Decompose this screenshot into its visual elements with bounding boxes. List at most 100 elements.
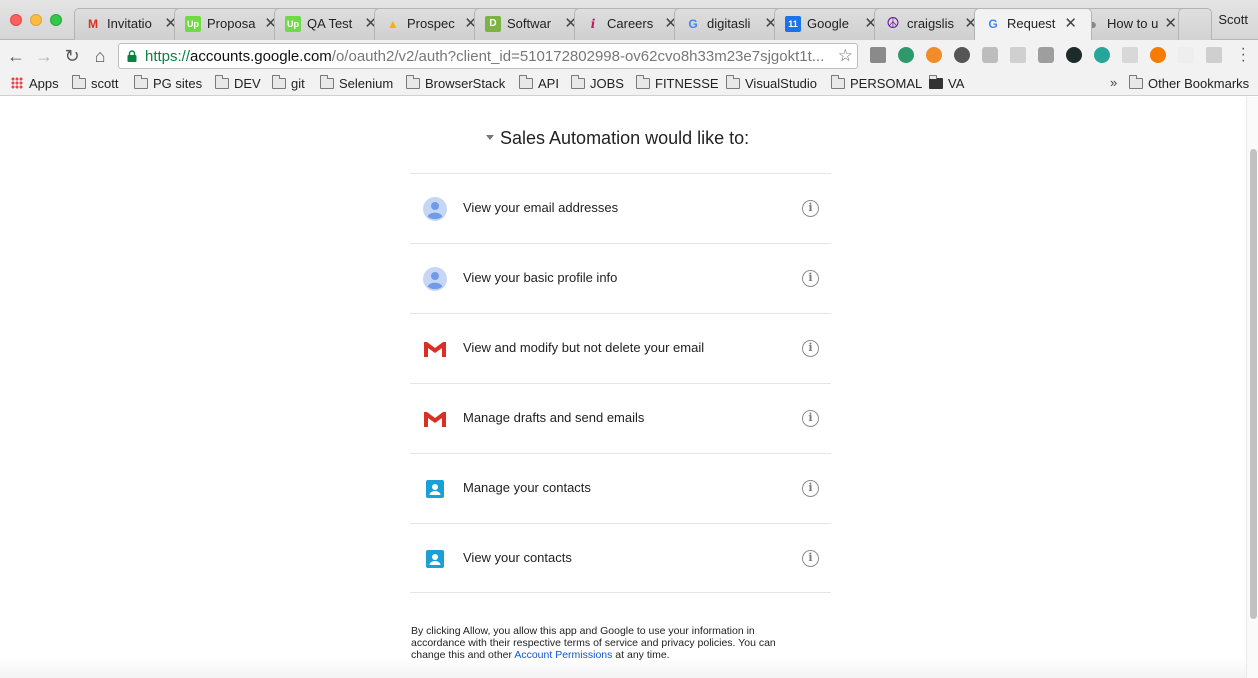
- google-icon: G: [988, 17, 998, 31]
- bookmark-label: Selenium: [339, 76, 394, 91]
- gmail-icon: [424, 342, 446, 357]
- info-icon: i: [590, 17, 596, 31]
- bookmark-folder[interactable]: PG sites: [134, 75, 202, 91]
- folder-icon: [320, 75, 334, 89]
- extension-orange-icon[interactable]: [926, 47, 942, 63]
- va-logo-icon: [929, 75, 943, 89]
- bookmark-label: BrowserStack: [425, 76, 506, 91]
- bookmark-folder[interactable]: git: [272, 75, 305, 91]
- scrollbar[interactable]: [1246, 97, 1258, 678]
- forward-arrow-icon[interactable]: →: [33, 45, 55, 67]
- folder-icon: [571, 75, 585, 89]
- reload-icon[interactable]: ↻: [61, 45, 83, 67]
- bookmark-label: git: [291, 76, 305, 91]
- bookmark-folder[interactable]: FITNESSE: [636, 75, 719, 91]
- back-arrow-icon[interactable]: ←: [5, 45, 27, 67]
- tab-title: Careers: [607, 16, 654, 31]
- person-icon: [423, 197, 447, 221]
- permission-item: View and modify but not delete your emai…: [410, 313, 831, 383]
- extension-p-icon[interactable]: [1206, 47, 1222, 63]
- bookmark-folder[interactable]: BrowserStack: [406, 75, 506, 91]
- close-tab-icon[interactable]: ✕: [1164, 14, 1177, 32]
- extension-globe-icon[interactable]: [898, 47, 914, 63]
- permission-item: Manage your contacts i: [410, 453, 831, 523]
- consent-disclaimer: By clicking Allow, you allow this app an…: [411, 625, 811, 661]
- upwork-icon: Up: [285, 16, 301, 32]
- upwork-icon: Up: [185, 16, 201, 32]
- minimize-window-button[interactable]: [30, 14, 42, 26]
- info-icon[interactable]: i: [802, 200, 819, 217]
- close-tab-icon[interactable]: ✕: [1064, 14, 1077, 32]
- permission-item: Manage drafts and send emails i: [410, 383, 831, 453]
- bookmark-folder[interactable]: scott: [72, 75, 118, 91]
- scrollbar-thumb[interactable]: [1250, 149, 1257, 619]
- new-tab-button[interactable]: [1178, 8, 1212, 40]
- caret-down-icon: [486, 135, 494, 140]
- extension-ruler-icon[interactable]: [1010, 47, 1026, 63]
- bookmark-star-icon[interactable]: ☆: [838, 46, 853, 66]
- close-window-button[interactable]: [10, 14, 22, 26]
- bookmark-label: FITNESSE: [655, 76, 719, 91]
- bookmark-folder[interactable]: JOBS: [571, 75, 624, 91]
- extension-n-icon[interactable]: [1122, 47, 1138, 63]
- tab-title: Google: [807, 16, 849, 31]
- info-icon[interactable]: i: [802, 340, 819, 357]
- consent-heading[interactable]: Sales Automation would like to:: [486, 128, 749, 149]
- extension-dial-icon[interactable]: [1066, 47, 1082, 63]
- tab-title: QA Test: [307, 16, 353, 31]
- extension-note-icon[interactable]: [1038, 47, 1054, 63]
- permission-label: Manage your contacts: [463, 480, 591, 495]
- profile-name[interactable]: Scott: [1218, 12, 1248, 27]
- bookmark-label: PERSOMAL: [850, 76, 923, 91]
- extension-infinity-icon[interactable]: [1150, 47, 1166, 63]
- peace-icon: ☮: [886, 15, 900, 32]
- bookmark-label: Apps: [29, 76, 59, 91]
- tab-title: Prospec: [407, 16, 455, 31]
- extension-blank-icon[interactable]: [1178, 47, 1194, 63]
- contacts-icon: [426, 550, 444, 568]
- doc-icon: D: [485, 16, 501, 32]
- permission-label: View your email addresses: [463, 200, 619, 215]
- bookmark-folder[interactable]: API: [519, 75, 559, 91]
- extension-search-icon[interactable]: [1094, 47, 1110, 63]
- extension-camera-icon[interactable]: [982, 47, 998, 63]
- permission-label: Manage drafts and send emails: [463, 410, 645, 425]
- bookmark-apps[interactable]: Apps: [11, 76, 59, 91]
- lock-icon: [127, 50, 137, 62]
- gmail-icon: [424, 412, 446, 427]
- info-icon[interactable]: i: [802, 270, 819, 287]
- zoom-window-button[interactable]: [50, 14, 62, 26]
- folder-icon: [134, 75, 148, 89]
- person-icon: [423, 267, 447, 291]
- tab-title: craigslis: [907, 16, 954, 31]
- tab-title: digitasli: [707, 16, 751, 31]
- browser-menu-icon[interactable]: · · ·: [1241, 41, 1246, 69]
- url-text[interactable]: https://accounts.google.com/o/oauth2/v2/…: [145, 48, 835, 65]
- tab-active[interactable]: G Request ✕: [974, 8, 1092, 40]
- tab-title: Request: [1007, 16, 1056, 31]
- bookmark-va[interactable]: VA: [929, 75, 964, 91]
- bookmark-folder[interactable]: DEV: [215, 75, 261, 91]
- consent-heading-text: Sales Automation would like to:: [500, 128, 750, 148]
- extension-gear-icon[interactable]: [954, 47, 970, 63]
- bookmark-label: Other Bookmarks: [1148, 76, 1250, 91]
- tab-title: How to u: [1107, 16, 1159, 31]
- info-icon[interactable]: i: [802, 410, 819, 427]
- more-bookmarks-chevron-icon[interactable]: »: [1110, 75, 1117, 90]
- page-content: Sales Automation would like to: View you…: [0, 97, 1258, 678]
- permission-item: View your contacts i: [410, 523, 831, 593]
- folder-icon: [831, 75, 845, 89]
- home-icon[interactable]: ⌂: [89, 45, 111, 67]
- other-bookmarks[interactable]: Other Bookmarks: [1129, 75, 1250, 91]
- folder-icon: [726, 75, 740, 89]
- permission-label: View your basic profile info: [463, 270, 618, 285]
- bookmark-folder[interactable]: VisualStudio: [726, 75, 817, 91]
- bookmark-folder[interactable]: PERSOMAL: [831, 75, 923, 91]
- google-icon: G: [688, 17, 698, 31]
- extension-bug-icon[interactable]: [870, 47, 886, 63]
- drive-icon: ▲: [387, 17, 399, 31]
- info-icon[interactable]: i: [802, 480, 819, 497]
- address-bar[interactable]: https://accounts.google.com/o/oauth2/v2/…: [118, 43, 858, 69]
- info-icon[interactable]: i: [802, 550, 819, 567]
- bookmark-folder[interactable]: Selenium: [320, 75, 394, 91]
